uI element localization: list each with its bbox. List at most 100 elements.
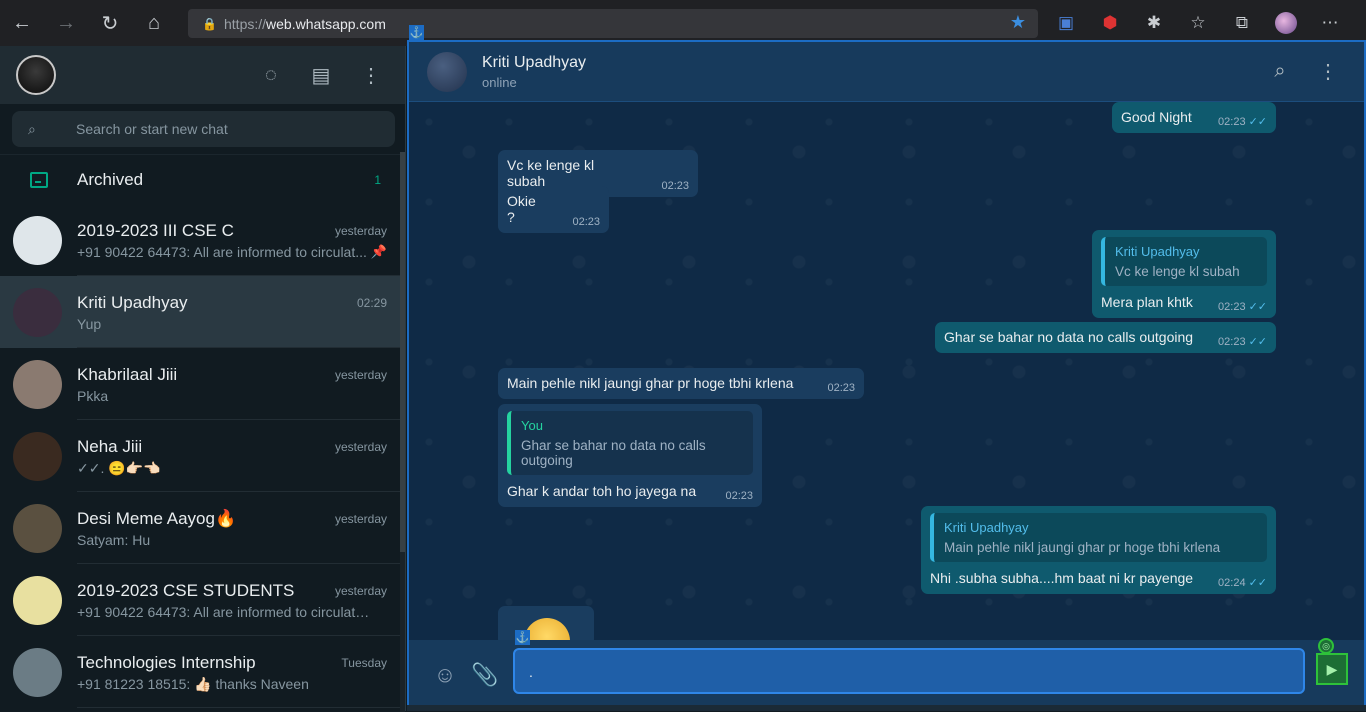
message-time: 02:23	[572, 216, 600, 228]
message-meta: 02:23	[725, 490, 753, 502]
chat-preview: Pkka	[77, 388, 109, 404]
chat-avatar	[13, 575, 62, 625]
chat-item[interactable]: Technologies Internship Tuesday +91 81223 …	[0, 636, 405, 708]
quote-author: Kriti Upadhyay	[944, 520, 1029, 535]
chat-item[interactable]: Kriti Upadhyay 02:29 Yup	[0, 276, 405, 348]
adblock-icon[interactable]: ⬢	[1088, 13, 1132, 33]
outgoing-message[interactable]: Kriti Upadhyay Main pehle nikl jaungi gha…	[921, 506, 1276, 594]
conversation-header[interactable]: Kriti Upadhyay online ⌕ ⋮	[409, 42, 1364, 102]
chat-name: Neha Jiii	[77, 437, 143, 456]
chat-preview: Satyam: Hu	[77, 532, 151, 548]
status-icon[interactable]: ◌	[249, 55, 293, 95]
message-text: Ghar se bahar no data no calls outgoing	[944, 329, 1194, 345]
chat-body: Neha Jiii yesterday ✓✓. 😑👉🏻👈🏻	[77, 420, 405, 492]
anchor-marker-icon: ⚓	[409, 25, 424, 40]
more-options-icon[interactable]: ⋯	[1308, 13, 1352, 33]
chat-time: 02:29	[356, 296, 387, 310]
target-marker-icon: ◎	[1318, 638, 1334, 654]
search-wrap: ⌕ Search or start new chat	[0, 104, 405, 154]
chat-item[interactable]: Neha Jiii yesterday ✓✓. 😑👉🏻👈🏻	[0, 420, 405, 492]
composer-bar: ☺ 📎 . ▶	[409, 640, 1364, 709]
chat-time: Tuesday	[341, 656, 387, 670]
conversation-menu-icon[interactable]: ⋮	[1306, 52, 1350, 92]
chat-time: yesterday	[334, 512, 387, 526]
forward-icon[interactable]: →	[44, 0, 88, 46]
message-meta: 02:23	[572, 216, 600, 228]
chat-name: 2019-2023 CSE STUDENTS	[77, 581, 295, 600]
incoming-message[interactable]: You Ghar se bahar no data no calls outgoi…	[498, 404, 762, 507]
search-input[interactable]: ⌕ Search or start new chat	[12, 111, 395, 147]
chat-item[interactable]: 2019-2023 CSE STUDENTS yesterday +91 90422…	[0, 564, 405, 636]
home-icon[interactable]: ⌂	[132, 0, 176, 46]
attach-icon[interactable]: 📎	[465, 655, 505, 695]
reload-icon[interactable]: ↻	[88, 0, 132, 46]
voice-send-button[interactable]: ▶	[1316, 653, 1348, 685]
search-messages-icon[interactable]: ⌕	[1258, 52, 1302, 92]
chat-name: Technologies Internship	[77, 653, 256, 672]
chat-body: Desi Meme Aayog🔥 yesterday Satyam: Hu	[77, 492, 405, 564]
search-placeholder: Search or start new chat	[76, 121, 228, 137]
chat-time: yesterday	[334, 584, 387, 598]
crying-emoji	[524, 618, 570, 640]
message-list: Good Night 02:23 ✓✓ Vc ke lenge kl subah 02:…	[409, 102, 1364, 640]
message-text: Ghar k andar toh ho jayega na	[507, 483, 697, 499]
chat-body: Technologies Internship Tuesday +91 81223 …	[77, 636, 405, 708]
message-meta: 02:23	[827, 382, 855, 394]
quoted-message[interactable]: Kriti Upadhyay Vc ke lenge kl subah	[1101, 237, 1267, 286]
incoming-message[interactable]: Main pehle nikl jaungi ghar pr hoge tbhi…	[498, 368, 864, 399]
read-ticks-icon: ✓✓	[1248, 577, 1267, 589]
archived-label: Archived	[77, 169, 144, 189]
chat-avatar	[13, 359, 62, 409]
bookmark-star-icon[interactable]: ★	[998, 12, 1038, 33]
read-ticks-icon: ✓✓	[1248, 116, 1267, 128]
back-icon[interactable]: ←	[0, 0, 44, 46]
contact-avatar[interactable]	[427, 51, 467, 92]
favorites-icon[interactable]: ☆	[1176, 13, 1220, 33]
chat-avatar	[13, 503, 62, 553]
chat-avatar	[13, 215, 62, 265]
quote-author: You	[521, 418, 543, 433]
chat-preview: +91 90422 64473: All are informed to cir…	[77, 244, 367, 260]
quoted-message[interactable]: You Ghar se bahar no data no calls outgoi…	[507, 411, 753, 475]
new-chat-icon[interactable]: ▤	[299, 55, 343, 95]
lock-icon: 🔒	[202, 16, 217, 31]
archived-row[interactable]: Archived 1	[0, 154, 405, 204]
outgoing-message[interactable]: Kriti Upadhyay Vc ke lenge kl subah Mera p…	[1092, 230, 1276, 318]
quoted-message[interactable]: Kriti Upadhyay Main pehle nikl jaungi gha…	[930, 513, 1267, 562]
chat-item[interactable]: 2019-2023 III CSE C yesterday +91 90422 64…	[0, 204, 405, 276]
puzzle-icon[interactable]: ✱	[1132, 13, 1176, 33]
my-avatar[interactable]	[16, 55, 56, 95]
chat-time: yesterday	[334, 224, 387, 238]
chat-body: 2019-2023 III CSE C yesterday +91 90422 64…	[77, 204, 405, 276]
chat-list-pane: ◌ ▤ ⋮ ⌕ Search or start new chat Archive…	[0, 46, 406, 712]
chat-preview: +91 90422 64473: All are informed to cir…	[77, 604, 373, 620]
chat-list: 2019-2023 III CSE C yesterday +91 90422 64…	[0, 204, 405, 708]
chat-body: Khabrilaal Jiii yesterday Pkka	[77, 348, 405, 420]
profile-avatar[interactable]	[1275, 12, 1297, 34]
pin-icon: 📌	[370, 244, 387, 259]
chat-body: Kriti Upadhyay 02:29 Yup	[77, 276, 405, 348]
outgoing-message[interactable]: Ghar se bahar no data no calls outgoing 0…	[935, 322, 1276, 353]
sidebar-header: ◌ ▤ ⋮	[0, 46, 405, 104]
search-icon: ⌕	[28, 120, 36, 137]
chat-avatar	[13, 647, 62, 697]
chat-item[interactable]: Khabrilaal Jiii yesterday Pkka	[0, 348, 405, 420]
message-meta: 02:24 ✓✓	[1218, 576, 1267, 589]
chat-item[interactable]: Desi Meme Aayog🔥 yesterday Satyam: Hu	[0, 492, 405, 564]
incoming-message[interactable]: Okie ? 02:23	[498, 186, 609, 233]
outgoing-message[interactable]: Good Night 02:23 ✓✓	[1112, 102, 1276, 133]
menu-icon[interactable]: ⋮	[349, 55, 393, 95]
message-meta: 02:23 ✓✓	[1218, 115, 1267, 128]
contact-status: online	[482, 74, 517, 90]
message-input[interactable]: .	[513, 648, 1305, 694]
message-time: 02:23	[827, 382, 855, 394]
address-bar[interactable]: 🔒 https://web.whatsapp.com ★	[188, 9, 1038, 38]
collections-icon[interactable]: ⧉	[1220, 13, 1264, 33]
quote-text: Vc ke lenge kl subah	[1115, 264, 1240, 279]
message-time: 02:24	[1218, 577, 1246, 589]
extension-icon[interactable]: ▣	[1044, 13, 1088, 33]
message-text: Nhi .subha subha....hm baat ni kr payeng…	[930, 570, 1194, 586]
conversation-pane: Kriti Upadhyay online ⌕ ⋮ Good Night 02:2…	[407, 25, 1366, 711]
emoji-icon[interactable]: ☺	[425, 655, 465, 695]
chat-list-scroll-thumb[interactable]	[400, 152, 405, 552]
